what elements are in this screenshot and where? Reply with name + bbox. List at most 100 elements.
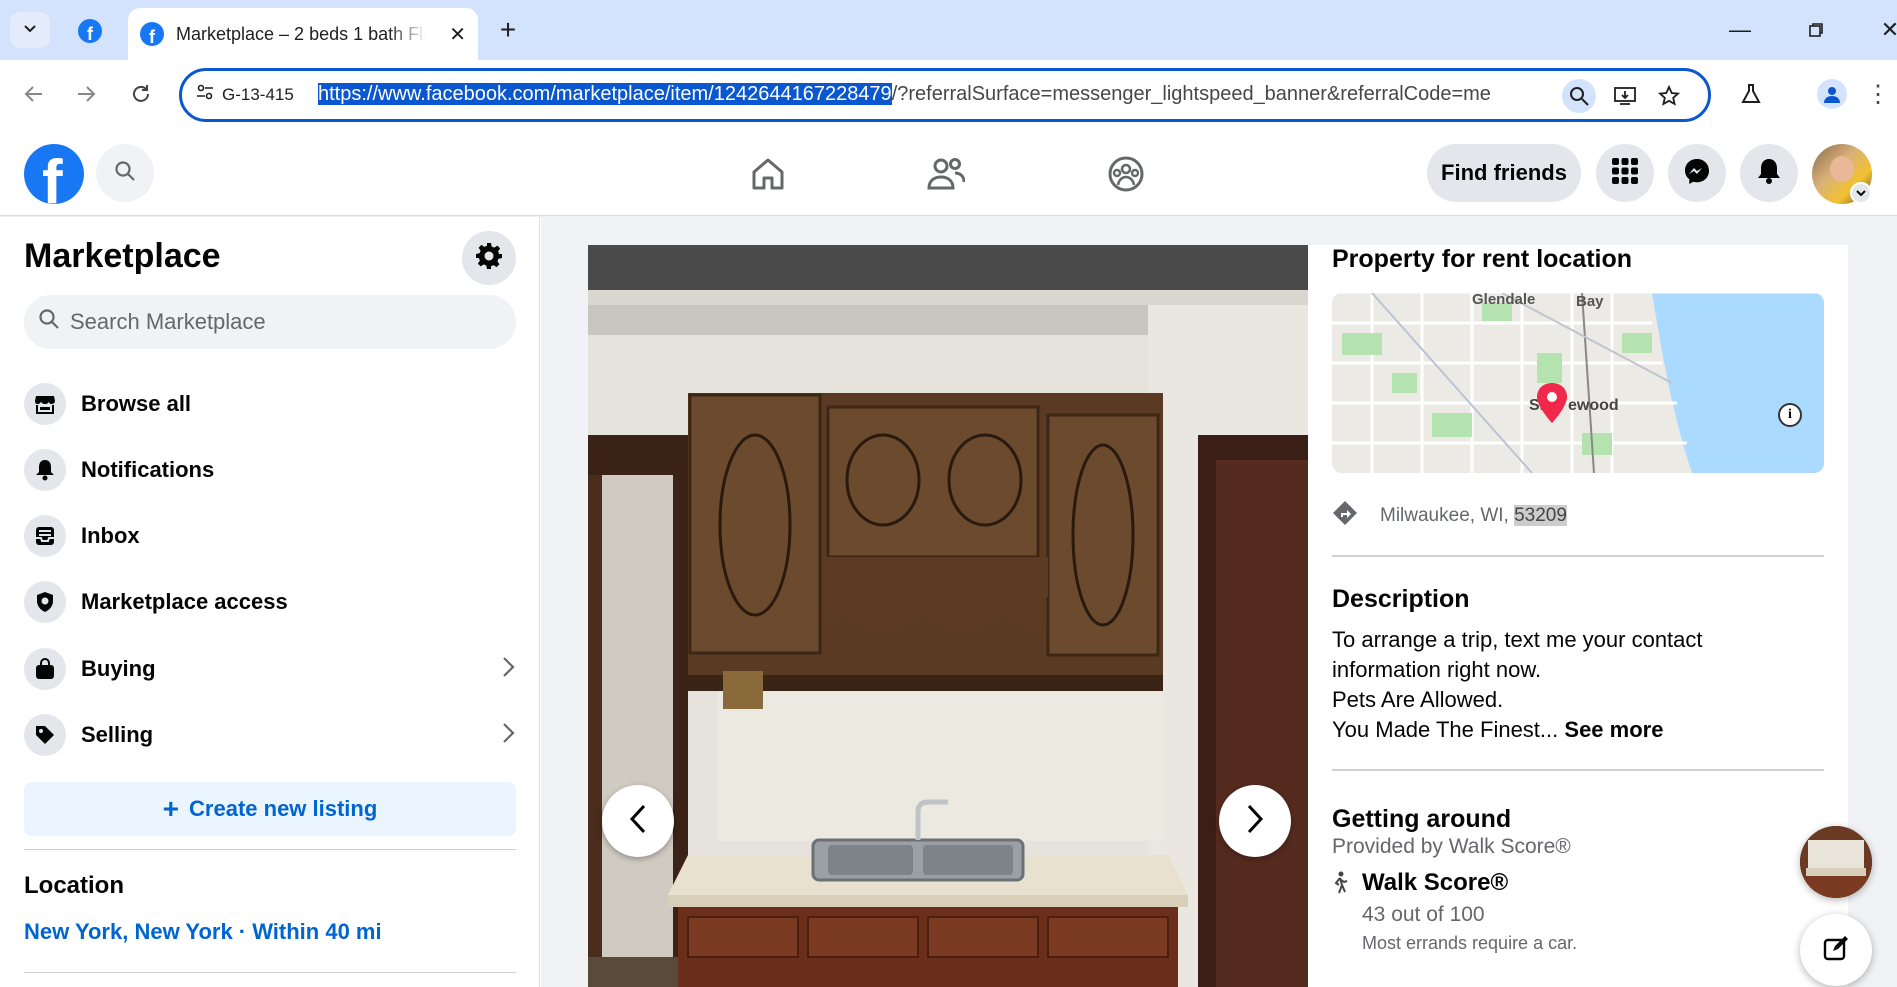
divider: [1332, 555, 1824, 557]
create-new-listing-button[interactable]: + Create new listing: [24, 782, 516, 836]
location-map[interactable]: Glendale Bay Sh ewood i: [1332, 293, 1824, 473]
chevron-right-icon: [502, 719, 516, 751]
facebook-logo-icon[interactable]: f: [24, 144, 84, 204]
account-chevron-icon[interactable]: [1850, 182, 1872, 204]
bookmark-star-icon[interactable]: [1652, 79, 1686, 113]
search-placeholder: Search Marketplace: [70, 309, 266, 334]
tab-search-button[interactable]: [10, 12, 50, 48]
close-window-button[interactable]: ✕: [1870, 14, 1897, 46]
storefront-icon: [24, 383, 66, 425]
url-text[interactable]: https://www.facebook.com/marketplace/ite…: [318, 83, 1518, 106]
site-info-chip[interactable]: G-13-415: [196, 83, 294, 106]
sidebar-item-notifications[interactable]: Notifications: [24, 442, 516, 498]
walk-score-row: Walk Score® 43 out of 100 Most errands r…: [1332, 869, 1577, 954]
listing-main: Property for rent location Glendale Bay …: [541, 217, 1897, 987]
map-label-shorewood-end: ewood: [1568, 397, 1619, 414]
bell-icon: [24, 449, 66, 491]
getting-around-heading: Getting around: [1332, 805, 1512, 833]
find-friends-button[interactable]: Find friends: [1427, 144, 1581, 202]
tab-title: Marketplace – 2 beds 1 bath Flat: [176, 23, 426, 44]
sidebar-item-label: Browse all: [81, 391, 192, 416]
listing-details-panel: Property for rent location Glendale Bay …: [1308, 245, 1848, 987]
map-info-icon[interactable]: i: [1778, 403, 1802, 427]
walking-person-icon: [1332, 871, 1348, 954]
search-marketplace-input[interactable]: Search Marketplace: [24, 295, 516, 349]
reload-button[interactable]: [125, 78, 157, 110]
address-bar[interactable]: G-13-415 https://www.facebook.com/market…: [179, 68, 1711, 122]
site-chip-label: G-13-415: [222, 84, 294, 104]
facebook-favicon-icon: f: [78, 19, 102, 43]
description-line: information right now.: [1332, 657, 1542, 682]
inbox-icon: [24, 515, 66, 557]
description-heading: Description: [1332, 585, 1470, 613]
directions-icon: [1332, 500, 1358, 532]
page-title: Marketplace: [24, 237, 221, 275]
description-line: Pets Are Allowed.: [1332, 687, 1504, 712]
messenger-icon: [1683, 157, 1711, 190]
chevron-right-icon: [502, 653, 516, 685]
previous-photo-button[interactable]: [602, 785, 674, 857]
tune-icon: [196, 83, 214, 106]
profile-button[interactable]: [1816, 78, 1848, 110]
see-more-link[interactable]: See more: [1564, 717, 1663, 742]
chat-head-thumbnail[interactable]: [1800, 826, 1872, 898]
sidebar-item-label: Buying: [81, 656, 156, 681]
labs-button[interactable]: [1735, 78, 1767, 110]
search-facebook-button[interactable]: [96, 144, 154, 202]
new-tab-button[interactable]: +: [492, 14, 524, 46]
settings-button[interactable]: [462, 231, 516, 285]
close-tab-icon[interactable]: ✕: [449, 22, 466, 47]
browser-tab-strip: f f Marketplace – 2 beds 1 bath Flat ✕ +…: [0, 0, 1897, 60]
menu-grid-button[interactable]: [1596, 144, 1654, 202]
map-pin-icon: [1537, 383, 1567, 428]
sidebar-item-label: Selling: [81, 722, 154, 747]
install-app-icon[interactable]: [1608, 79, 1642, 113]
minimize-button[interactable]: —: [1720, 14, 1760, 46]
listing-address: Milwaukee, WI, 53209: [1332, 500, 1567, 532]
facebook-favicon-icon: f: [140, 22, 164, 46]
search-icon: [38, 308, 60, 336]
menu-kebab-icon[interactable]: ⋮: [1862, 78, 1894, 110]
sidebar-item-label: Marketplace access: [81, 589, 288, 614]
sidebar-item-selling[interactable]: Selling: [24, 707, 516, 763]
messenger-button[interactable]: [1668, 144, 1726, 202]
gear-icon: [475, 242, 503, 275]
groups-icon[interactable]: [1102, 150, 1150, 198]
divider: [1332, 769, 1824, 771]
home-icon[interactable]: [744, 150, 792, 198]
new-message-button[interactable]: [1800, 914, 1872, 986]
bell-icon: [1756, 157, 1782, 190]
walk-score-title: Walk Score®: [1362, 869, 1509, 896]
location-heading: Property for rent location: [1332, 245, 1633, 273]
search-icon[interactable]: [1562, 79, 1596, 113]
back-button[interactable]: [18, 78, 50, 110]
chevron-right-icon: [1246, 804, 1264, 839]
pinned-tab-facebook[interactable]: f: [70, 14, 110, 48]
friends-icon[interactable]: [922, 150, 970, 198]
walk-score-value: 43 out of 100: [1362, 903, 1485, 926]
sidebar-item-label: Inbox: [81, 523, 140, 548]
grid-menu-icon: [1611, 157, 1639, 190]
forward-button[interactable]: [70, 78, 102, 110]
restore-button[interactable]: [1796, 14, 1836, 46]
description-text: To arrange a trip, text me your contact …: [1332, 625, 1812, 745]
url-selected: https://www.facebook.com/marketplace/ite…: [318, 83, 892, 105]
create-listing-label: Create new listing: [189, 796, 378, 821]
sidebar-item-buying[interactable]: Buying: [24, 641, 516, 697]
facebook-header: f Find friends: [0, 130, 1897, 216]
address-text: Milwaukee, WI, 53209: [1380, 505, 1567, 527]
sidebar-item-inbox[interactable]: Inbox: [24, 508, 516, 564]
listing-photo[interactable]: [588, 245, 1308, 987]
divider: [24, 972, 516, 973]
walk-score-note: Most errands require a car.: [1362, 933, 1578, 953]
sidebar-item-browse-all[interactable]: Browse all: [24, 376, 516, 432]
notifications-button[interactable]: [1740, 144, 1798, 202]
marketplace-sidebar: Marketplace Search Marketplace Browse al…: [0, 217, 540, 987]
price-tag-icon: [24, 714, 66, 756]
chevron-left-icon: [629, 804, 647, 839]
active-tab[interactable]: f Marketplace – 2 beds 1 bath Flat ✕: [128, 8, 478, 60]
sidebar-item-marketplace-access[interactable]: Marketplace access: [24, 574, 516, 630]
walk-score-provider: Provided by Walk Score®: [1332, 835, 1571, 858]
location-filter-link[interactable]: New York, New York · Within 40 mi: [24, 919, 382, 945]
next-photo-button[interactable]: [1219, 785, 1291, 857]
